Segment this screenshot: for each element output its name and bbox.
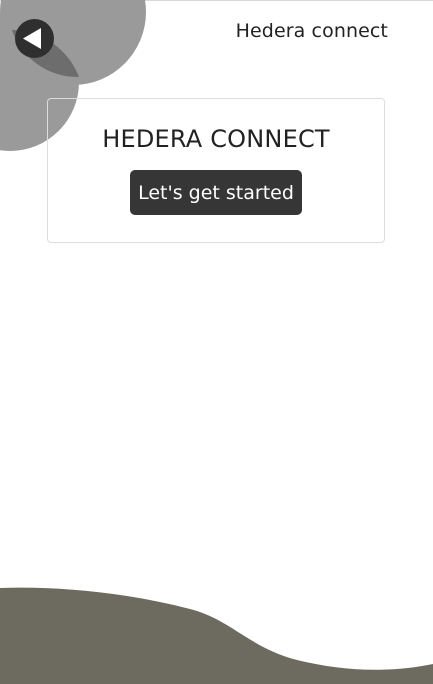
back-arrow-icon xyxy=(23,28,41,49)
welcome-card: HEDERA CONNECT Let's get started xyxy=(47,98,385,243)
bottom-wave xyxy=(0,587,433,684)
header-title: Hedera connect xyxy=(235,20,388,42)
get-started-button[interactable]: Let's get started xyxy=(130,170,302,215)
back-button[interactable] xyxy=(15,19,54,58)
card-title: HEDERA CONNECT xyxy=(102,125,330,153)
app-screen: Hedera connect HEDERA CONNECT Let's get … xyxy=(0,0,433,684)
top-border xyxy=(0,0,433,1)
